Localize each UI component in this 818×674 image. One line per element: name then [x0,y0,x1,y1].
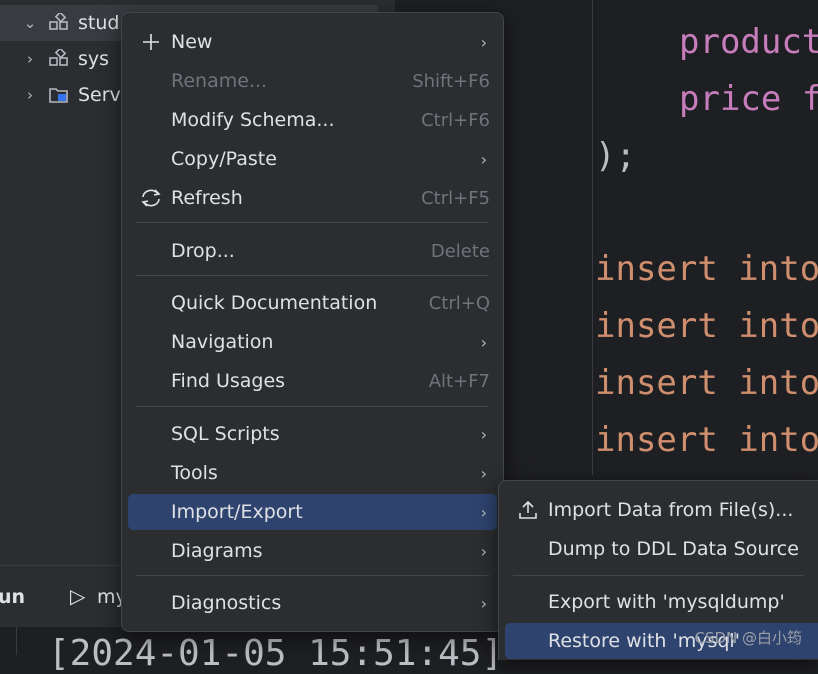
menu-item-label: Navigation [171,331,274,353]
tree-item-server-objects[interactable]: › Serv [0,77,121,113]
code-line: insert into [595,420,818,460]
menu-item-find-usages[interactable]: Find Usages Alt+F7 [128,363,497,399]
menu-item-label: Dump to DDL Data Source [548,538,799,560]
chevron-right-icon: › [480,502,487,522]
menu-item-label: Quick Documentation [171,292,378,314]
chevron-right-icon: › [480,541,487,561]
menu-item-label: Find Usages [171,370,286,392]
menu-item-label: Export with 'mysqldump' [548,591,785,613]
menu-item-sql-scripts[interactable]: SQL Scripts › [128,416,497,452]
plus-icon [138,29,164,55]
code-line: insert into [595,306,818,346]
menu-item-shortcut: Delete [430,240,490,262]
menu-item-shortcut: Ctrl+F5 [421,187,490,209]
menu-item-navigation[interactable]: Navigation › [128,324,497,360]
menu-item-label: SQL Scripts [171,423,280,445]
console-gutter [0,627,17,655]
upload-icon [515,497,541,523]
submenu-item-import-data[interactable]: Import Data from File(s)... [505,492,812,528]
submenu-item-dump-ddl[interactable]: Dump to DDL Data Source [505,531,812,567]
chevron-right-icon: › [480,593,487,613]
menu-item-drop[interactable]: Drop... Delete [128,233,497,269]
menu-item-label: Copy/Paste [171,148,277,170]
menu-item-diagrams[interactable]: Diagrams › [128,533,497,569]
menu-separator [136,406,489,407]
code-line: ); [595,136,636,176]
code-line: product [679,22,818,62]
menu-separator [136,275,489,276]
menu-item-quick-documentation[interactable]: Quick Documentation Ctrl+Q [128,285,497,321]
menu-item-shortcut: Ctrl+Q [428,292,490,314]
menu-item-label: Diagnostics [171,592,282,614]
menu-item-copy-paste[interactable]: Copy/Paste › [128,141,497,177]
indent-guide [592,0,593,475]
menu-item-label: Rename... [171,70,268,92]
chevron-right-icon[interactable]: › [20,50,40,68]
menu-item-diagnostics[interactable]: Diagnostics › [128,585,497,621]
watermark: CSDN @白小筠 [694,629,802,647]
code-line: insert into [595,363,818,403]
play-icon[interactable]: ▷ [70,584,85,608]
menu-item-label: Import/Export [171,501,303,523]
menu-item-label: Import Data from File(s)... [548,499,794,521]
menu-item-new[interactable]: New › [128,24,497,60]
menu-item-import-export[interactable]: Import/Export › [128,494,497,530]
tree-item-label: sys [78,48,110,70]
menu-item-tools[interactable]: Tools › [128,455,497,491]
schema-icon [46,49,72,69]
menu-item-shortcut: Shift+F6 [412,70,490,92]
chevron-right-icon[interactable]: › [20,86,40,104]
chevron-right-icon: › [480,424,487,444]
tree-item-sys[interactable]: › sys [0,41,109,77]
submenu-item-export-mysqldump[interactable]: Export with 'mysqldump' [505,584,812,620]
menu-item-rename[interactable]: Rename... Shift+F6 [128,63,497,99]
menu-separator [513,575,804,576]
run-tab-label[interactable]: un [0,586,25,608]
tree-item-label: stud [78,12,120,34]
menu-item-label: Modify Schema... [171,109,335,131]
menu-item-shortcut: Ctrl+F6 [421,109,490,131]
menu-item-modify-schema[interactable]: Modify Schema... Ctrl+F6 [128,102,497,138]
chevron-right-icon: › [480,332,487,352]
tree-item-label: Serv [78,84,121,106]
menu-item-refresh[interactable]: Refresh Ctrl+F5 [128,180,497,216]
menu-item-label: Diagrams [171,540,263,562]
schema-icon [46,13,72,33]
menu-separator [136,222,489,223]
chevron-right-icon: › [480,149,487,169]
chevron-down-icon[interactable]: ⌄ [20,14,40,32]
menu-separator [136,575,489,576]
chevron-right-icon: › [480,463,487,483]
menu-item-shortcut: Alt+F7 [428,370,490,392]
console-line: [2024-01-05 15:51:45] [48,633,504,674]
code-line: price f [679,79,818,119]
refresh-icon [138,185,164,211]
menu-item-label: Refresh [171,187,243,209]
chevron-right-icon: › [480,32,487,52]
menu-item-label: Tools [171,462,218,484]
menu-item-label: Drop... [171,240,235,262]
context-menu: New › Rename... Shift+F6 Modify Schema..… [121,12,504,632]
server-objects-icon [46,85,72,105]
menu-item-label: New [171,31,213,53]
code-line: insert into [595,249,818,289]
